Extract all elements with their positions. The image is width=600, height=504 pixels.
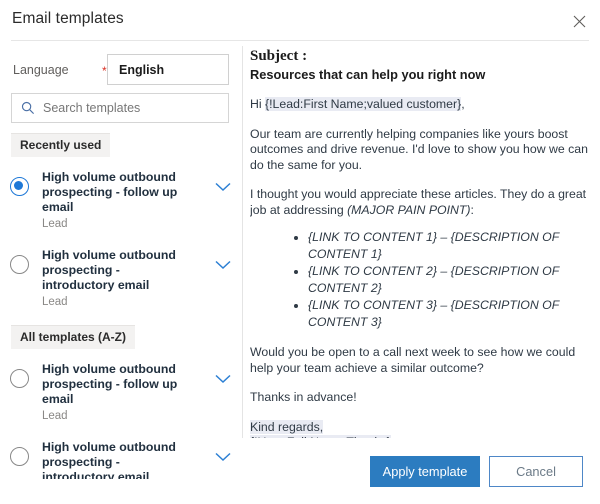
paragraph-2-suffix: : <box>471 203 474 217</box>
content-link-list: {LINK TO CONTENT 1} – {DESCRIPTION OF CO… <box>250 229 590 331</box>
template-radio[interactable] <box>10 369 29 388</box>
email-paragraph-2: I thought you would appreciate these art… <box>250 187 590 218</box>
language-select[interactable]: English <box>107 54 229 85</box>
template-radio[interactable] <box>10 177 29 196</box>
page-title: Email templates <box>12 10 124 28</box>
template-info: High volume outbound prospecting - intro… <box>42 248 212 309</box>
email-signoff: Kind regards, {!User:Full Name;Thanks} <box>250 420 590 439</box>
email-greeting: Hi {!Lead:First Name;valued customer}, <box>250 97 590 113</box>
search-templates-box[interactable]: Search templates <box>11 93 229 123</box>
dialog-header: Email templates <box>0 0 600 40</box>
placeholder-major-pain-point: (MAJOR PAIN POINT) <box>347 203 470 217</box>
merge-field-lead-first-name: {!Lead:First Name;valued customer} <box>265 97 461 111</box>
language-row: Language * English <box>13 54 229 86</box>
list-item[interactable]: High volume outbound prospecting - follo… <box>0 349 242 427</box>
template-selector-pane: Language * English Search templates Rece… <box>0 41 242 438</box>
apply-template-button[interactable]: Apply template <box>370 456 480 487</box>
template-entity: Lead <box>42 217 208 231</box>
email-preview-pane: Subject : Resources that can help you ri… <box>250 48 590 438</box>
template-name: High volume outbound prospecting - follo… <box>42 362 187 407</box>
template-list-scrollbar[interactable] <box>221 133 228 479</box>
template-name: High volume outbound prospecting - follo… <box>42 170 187 215</box>
email-paragraph-3: Would you be open to a call next week to… <box>250 345 590 376</box>
list-item: {LINK TO CONTENT 3} – {DESCRIPTION OF CO… <box>308 297 590 331</box>
search-input[interactable]: Search templates <box>43 101 140 115</box>
template-info: High volume outbound prospecting - follo… <box>42 170 212 231</box>
dialog-footer: Apply template Cancel <box>0 438 600 504</box>
email-paragraph-1: Our team are currently helping companies… <box>250 127 590 174</box>
template-radio[interactable] <box>10 255 29 274</box>
list-item[interactable]: High volume outbound prospecting - follo… <box>0 157 242 235</box>
group-header-all-templates: All templates (A-Z) <box>11 325 135 349</box>
template-list: Recently used High volume outbound prosp… <box>0 133 242 479</box>
template-entity: Lead <box>42 409 208 423</box>
pane-divider <box>242 46 243 438</box>
template-info: High volume outbound prospecting - follo… <box>42 362 212 423</box>
greeting-suffix: , <box>461 97 464 111</box>
email-paragraph-4: Thanks in advance! <box>250 390 590 406</box>
template-name: High volume outbound prospecting - intro… <box>42 248 187 293</box>
close-button[interactable] <box>566 8 592 34</box>
subject-label: Subject : <box>250 48 590 65</box>
close-icon <box>573 15 586 28</box>
subject-value: Resources that can help you right now <box>250 66 590 83</box>
cancel-button[interactable]: Cancel <box>489 456 583 487</box>
language-label: Language <box>13 63 69 77</box>
list-item[interactable]: High volume outbound prospecting - intro… <box>0 235 242 313</box>
search-icon <box>21 101 35 115</box>
required-indicator: * <box>102 65 107 77</box>
list-item: {LINK TO CONTENT 2} – {DESCRIPTION OF CO… <box>308 263 590 297</box>
signoff-text: Kind regards, <box>250 420 323 434</box>
list-item: {LINK TO CONTENT 1} – {DESCRIPTION OF CO… <box>308 229 590 263</box>
group-header-recently-used: Recently used <box>11 133 110 157</box>
template-entity: Lead <box>42 295 208 309</box>
template-list-inner: Recently used High volume outbound prosp… <box>0 133 242 479</box>
greeting-prefix: Hi <box>250 97 265 111</box>
